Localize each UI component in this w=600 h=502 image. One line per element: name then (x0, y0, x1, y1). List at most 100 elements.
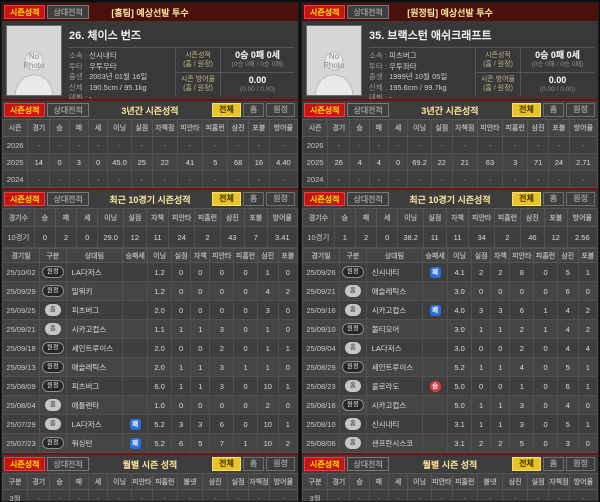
filter-all-button[interactable]: 전체 (212, 192, 241, 206)
filter-home-button[interactable]: 홈 (242, 103, 265, 117)
stat-cell: 6 (556, 281, 579, 301)
stat-cell: 22 (430, 153, 453, 171)
column-header: 경기 (327, 473, 351, 490)
stat-cell: 0 (277, 262, 298, 282)
stats-table: 구분 경기 승 패 세 이닝 피안타 피홈런 볼넷 삼진 실점 자책점 방어율 3월 - - - - - - - - - - -… (302, 473, 598, 501)
column-header: 구분 (39, 248, 67, 263)
filter-all-button[interactable]: 전체 (212, 457, 241, 471)
stat-cell: 0 (233, 395, 258, 415)
player-info-row: 신체 : 195.6cm / 99.7kg (369, 82, 447, 92)
tab-head-to-head[interactable]: 상대전적 (47, 5, 89, 19)
stat-cell: - (327, 136, 351, 154)
top-bar: [원정팀] 예상선발 투수 시즌성적 상대전적 (302, 3, 598, 21)
column-header: 이닝 (407, 473, 432, 490)
stat-cell: - (476, 136, 504, 154)
tab-head-to-head[interactable]: 상대전적 (347, 103, 389, 117)
filter-away-button[interactable]: 원정 (266, 103, 295, 117)
info-value: 2003년 01월 16일 (89, 72, 148, 81)
tab-head-to-head[interactable]: 상대전적 (47, 192, 89, 206)
opponent-cell: 신시내티 (365, 414, 424, 434)
filter-all-button[interactable]: 전체 (212, 103, 241, 117)
stat-cell: 0 (277, 319, 298, 339)
stat-cell: 4 (556, 300, 579, 320)
tab-season-stats[interactable]: 시즌성적 (4, 192, 46, 206)
filter-all-button[interactable]: 전체 (512, 103, 541, 117)
stat-cell: 3 (556, 433, 579, 453)
column-header: 경기 (27, 473, 51, 490)
column-header: 상대팀 (365, 248, 424, 263)
player-info-row: 소속 : 신시내티 (69, 51, 117, 60)
opponent-cell: 시카고컵스 (65, 319, 124, 339)
filter-group: 전체 홈 원정 (212, 192, 295, 206)
column-header: 실점 (470, 248, 492, 263)
tab-season-stats[interactable]: 시즌성적 (4, 457, 46, 471)
stat-cell: 0 (233, 338, 258, 358)
tab-season-stats[interactable]: 시즌성적 (304, 192, 346, 206)
row-label: 10경기 (302, 226, 335, 248)
stat-cell: - (502, 489, 529, 501)
filter-all-button[interactable]: 전체 (512, 192, 541, 206)
tab-head-to-head[interactable]: 상대전적 (347, 5, 389, 19)
filter-away-button[interactable]: 원정 (566, 103, 595, 117)
stat-cell: 0 (190, 395, 211, 415)
column-header: 세 (387, 473, 409, 490)
stat-cell: 2.0 (147, 300, 172, 320)
filter-home-button[interactable]: 홈 (542, 192, 565, 206)
game-log-row: 25/08/09 원정 피츠버그 6.0 1 1 3 0 10 1 (2, 376, 298, 396)
column-header: 자책 (190, 248, 211, 263)
stat-cell: 4 (509, 357, 535, 377)
column-header: 삼진 (519, 208, 545, 227)
stat-cell: 11 (145, 226, 170, 248)
tab-head-to-head[interactable]: 상대전적 (347, 192, 389, 206)
table-row: 2024- - - - - - - - - - - - (302, 170, 598, 188)
stats-table: 시즌 경기 승 패 세 이닝 실점 자책점 피안타 피홈런 삼진 포볼 방어율 2026- - - - - - - - -… (302, 119, 598, 188)
tab-season-stats[interactable]: 시즌성적 (4, 5, 46, 19)
opponent-cell: LA다저스 (365, 338, 424, 358)
opponent-cell: 애틀랜타 (65, 395, 124, 415)
stat-cell: - (268, 170, 298, 188)
tab-season-stats[interactable]: 시즌성적 (4, 103, 46, 117)
filter-home-button[interactable]: 홈 (242, 457, 265, 471)
loss-badge: 패 (429, 304, 441, 316)
result-cell (122, 319, 149, 339)
tab-head-to-head[interactable]: 상대전적 (47, 103, 89, 117)
stat-cell: 4 (577, 338, 598, 358)
stat-cell: 1 (190, 357, 211, 377)
filter-home-button[interactable]: 홈 (542, 103, 565, 117)
column-header: 경기수 (302, 208, 335, 227)
stat-cell: 1 (190, 376, 211, 396)
stat-cell: 0 (533, 357, 558, 377)
filter-home-button[interactable]: 홈 (242, 192, 265, 206)
tab-season-stats[interactable]: 시즌성적 (304, 103, 346, 117)
stat-cell: 3.0 (447, 281, 472, 301)
column-header: 피홈런 (451, 473, 478, 490)
filter-away-button[interactable]: 원정 (266, 192, 295, 206)
stat-cell: 24 (168, 226, 196, 248)
stat-value: 0.00 (0.00 / 0.00) (521, 75, 594, 94)
stat-cell: 0 (509, 281, 535, 301)
header-row: 경기수 승 패 세 이닝 실점 자책 피안타 피홈런 삼진 포볼 방어율 (2, 208, 298, 227)
tab-season-stats[interactable]: 시즌성적 (304, 457, 346, 471)
stat-cell: 68 (227, 153, 249, 171)
stats-table: 경기수 승 패 세 이닝 실점 자책 피안타 피홈런 삼진 포볼 방어율 10경기 1 2 0 38.2 11 11… (302, 208, 598, 248)
tab-head-to-head[interactable]: 상대전적 (47, 457, 89, 471)
stat-value-main: 0승 0패 0세 (235, 50, 280, 61)
stat-value-sub: (0승 0패 / 0승 0패) (531, 61, 584, 69)
filter-away-button[interactable]: 원정 (266, 457, 295, 471)
column-header: 패 (354, 208, 378, 227)
filter-home-button[interactable]: 홈 (542, 457, 565, 471)
column-header: 패 (68, 119, 89, 137)
opponent-cell: 워싱턴 (65, 433, 124, 453)
tab-head-to-head[interactable]: 상대전적 (347, 457, 389, 471)
filter-all-button[interactable]: 전체 (512, 457, 541, 471)
filter-away-button[interactable]: 원정 (566, 457, 595, 471)
stat-cell: 1.2 (147, 262, 172, 282)
stat-cell: - (430, 489, 453, 501)
stat-cell: 34 (468, 226, 496, 248)
stat-cell: - (387, 136, 409, 154)
tab-season-stats[interactable]: 시즌성적 (304, 5, 346, 19)
result-cell: 패 (122, 433, 149, 453)
venue-cell: 원정 (39, 376, 67, 396)
game-date: 25/08/10 (302, 414, 341, 434)
filter-away-button[interactable]: 원정 (566, 192, 595, 206)
